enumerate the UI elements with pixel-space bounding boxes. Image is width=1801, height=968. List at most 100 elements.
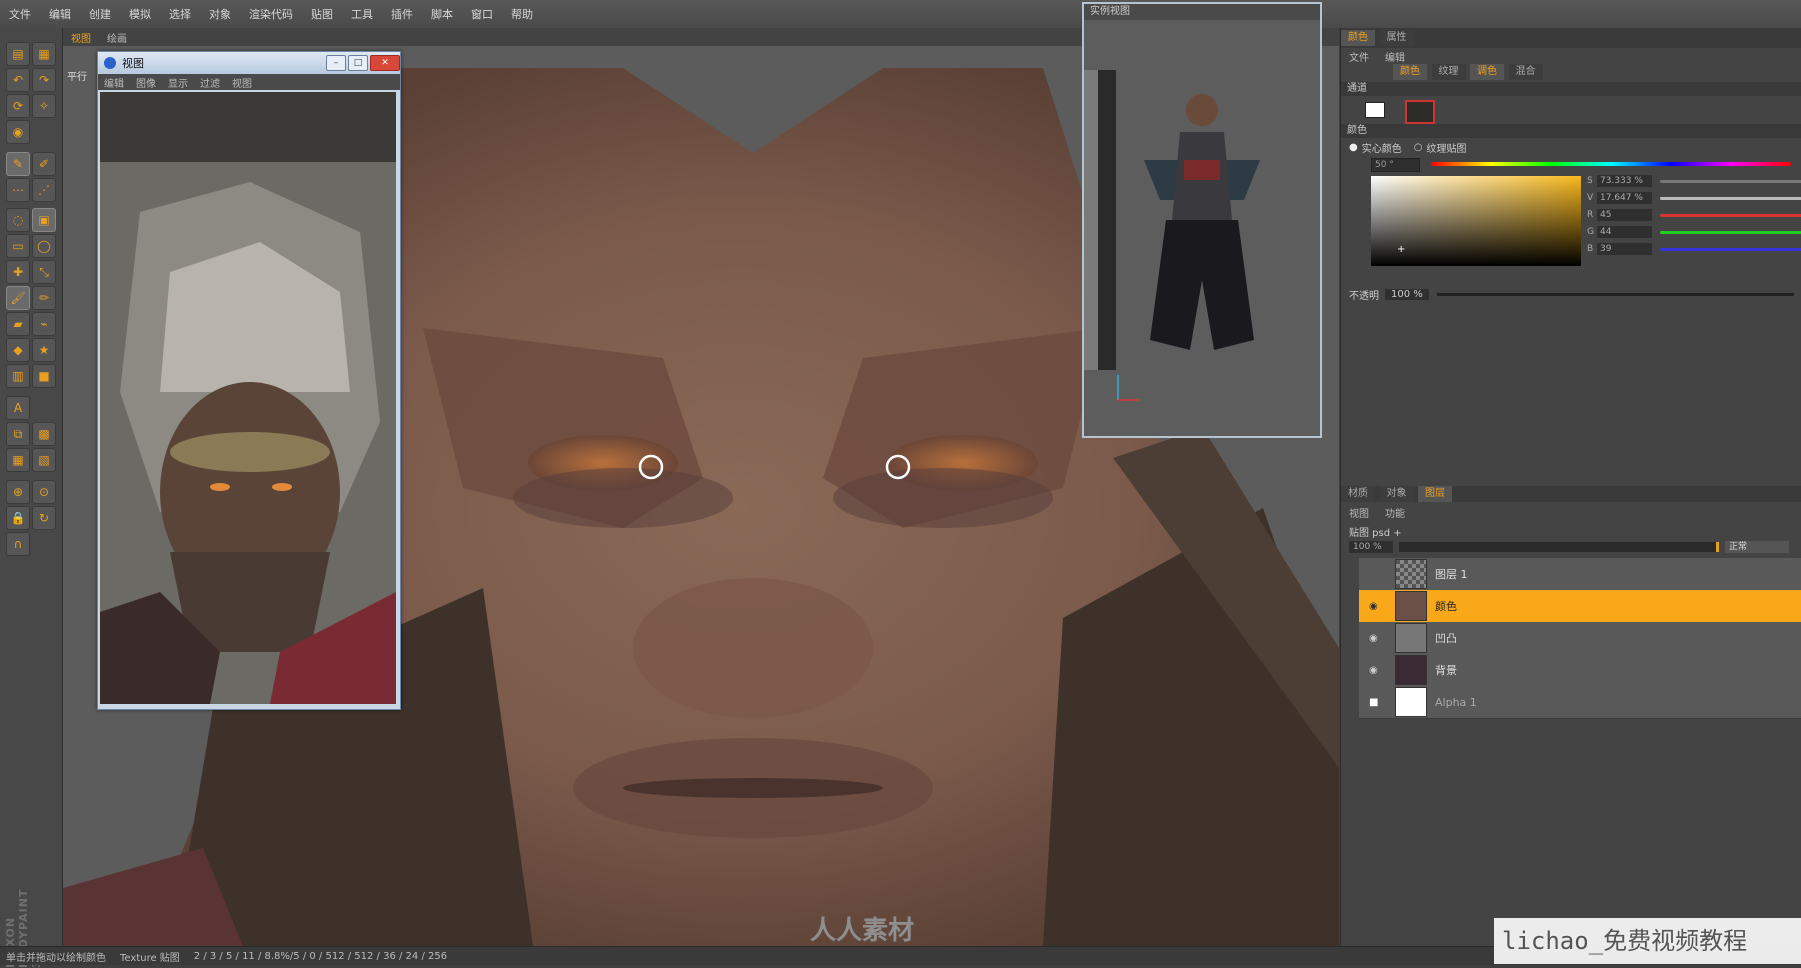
undo-icon[interactable]: ↶ [6,68,30,92]
uv-edit-icon[interactable]: ⋰ [32,178,56,202]
blend-mode-select[interactable]: 正常 [1725,541,1789,553]
layers-menu-function[interactable]: 功能 [1377,505,1413,520]
mask-icon[interactable]: ▧ [32,448,56,472]
radio-solid-color-icon[interactable]: ● [1349,142,1358,153]
layer-row-selected[interactable]: ◉ 颜色 [1359,590,1801,623]
color-field-slider[interactable] [1660,247,1801,251]
menu-create[interactable]: 创建 [80,6,120,22]
foreground-swatch[interactable] [1365,102,1385,118]
magnet-icon[interactable]: ∩ [6,532,30,556]
ref-menu-view[interactable]: 视图 [226,75,258,90]
menu-help[interactable]: 帮助 [502,6,542,22]
eraser-icon[interactable]: ▰ [6,312,30,336]
layer-row[interactable]: 图层 1 [1359,558,1801,591]
fill-select-icon[interactable]: ▣ [32,208,56,232]
tab-materials[interactable]: 材质 [1341,486,1375,502]
close-button[interactable]: ✕ [370,55,400,71]
star-icon[interactable]: ★ [32,338,56,362]
layer-row[interactable]: ■ Alpha 1 [1359,686,1801,719]
lock-icon[interactable]: 🔒 [6,506,30,530]
background-swatch[interactable] [1405,100,1435,124]
tab-paint[interactable]: 绘画 [99,30,135,45]
refresh-icon[interactable]: ⟳ [6,94,30,118]
tab-objects[interactable]: 对象 [1379,486,1414,502]
window-titlebar[interactable]: 视图 – □ ✕ [98,52,400,74]
color-field-value[interactable]: 73.333 % [1597,175,1652,187]
zoom-camera-icon[interactable]: ⊙ [32,480,56,504]
mode-color[interactable]: 颜色 [1393,64,1427,80]
layer-opacity-slider[interactable] [1399,542,1719,552]
render-icon[interactable]: ◉ [6,120,30,144]
menu-simulate[interactable]: 模拟 [120,6,160,22]
menu-object[interactable]: 对象 [200,6,240,22]
move-camera-icon[interactable]: ⊕ [6,480,30,504]
redo-icon[interactable]: ↷ [32,68,56,92]
tab-attributes[interactable]: 属性 [1379,30,1414,46]
eyedropper-icon[interactable]: ⌁ [32,312,56,336]
menu-select[interactable]: 选择 [160,6,200,22]
mode-texture[interactable]: 纹理 [1431,64,1466,80]
checker-icon[interactable]: ▩ [32,422,56,446]
mode-mix[interactable]: 调色 [1470,64,1504,80]
color-menu-edit[interactable]: 编辑 [1377,49,1413,64]
gradient-icon[interactable]: ▥ [6,364,30,388]
layout-icon[interactable]: ▤ [6,42,30,66]
transform-icon[interactable]: ✚ [6,260,30,284]
color-menu-file[interactable]: 文件 [1341,49,1377,64]
menu-plugins[interactable]: 插件 [382,6,422,22]
menu-window[interactable]: 窗口 [462,6,502,22]
layer-row[interactable]: ◉ 背景 [1359,654,1801,687]
maximize-button[interactable]: □ [348,55,368,71]
ref-menu-edit[interactable]: 编辑 [98,75,130,90]
visibility-eye-icon[interactable]: ◉ [1369,665,1378,676]
view-icon[interactable]: ▦ [32,42,56,66]
hue-field[interactable]: 50 ° [1371,158,1420,172]
color-field-value[interactable]: 39 [1597,243,1652,255]
paint-brush-icon[interactable]: ✎ [6,152,30,176]
color-field-slider[interactable] [1660,179,1801,183]
opacity-slider[interactable] [1436,292,1794,296]
ellipse-select-icon[interactable]: ◯ [32,234,56,258]
color-field-slider[interactable] [1660,213,1801,217]
bucket-icon[interactable]: ◆ [6,338,30,362]
opacity-field[interactable]: 100 % [1385,288,1429,300]
lasso-icon[interactable]: ◌ [6,208,30,232]
grid-icon[interactable]: ▦ [6,448,30,472]
magic-icon[interactable]: ✧ [32,94,56,118]
menu-script[interactable]: 脚本 [422,6,462,22]
menu-render[interactable]: 渲染代码 [240,6,302,22]
pencil-icon[interactable]: ✏ [32,286,56,310]
rotate-camera-icon[interactable]: ↻ [32,506,56,530]
radio-texture-icon[interactable]: ○ [1414,142,1423,153]
visibility-eye-icon[interactable]: ◉ [1369,601,1378,612]
text-icon[interactable]: A [6,396,30,420]
menu-edit[interactable]: 编辑 [40,6,80,22]
tab-color[interactable]: 颜色 [1341,30,1375,46]
color-field-value[interactable]: 44 [1597,226,1652,238]
rect-select-icon[interactable]: ▭ [6,234,30,258]
color-field-slider[interactable] [1660,230,1801,234]
radio-solid-color[interactable]: 实心颜色 [1362,140,1402,155]
layers-menu-view[interactable]: 视图 [1341,505,1377,520]
menu-texture[interactable]: 贴图 [302,6,342,22]
visibility-eye-icon[interactable]: ◉ [1369,633,1378,644]
color-field-slider[interactable] [1660,196,1801,200]
reference-image-window[interactable]: 视图 – □ ✕ 编辑 图像 显示 过滤 视图 [97,51,401,710]
minimize-button[interactable]: – [326,55,346,71]
radio-texture[interactable]: 纹理贴图 [1426,140,1466,155]
color-swatch-icon[interactable]: ■ [32,364,56,388]
ref-menu-filter[interactable]: 过滤 [194,75,226,90]
tab-layers[interactable]: 图层 [1418,486,1452,502]
tab-view[interactable]: 视图 [63,30,99,45]
mode-blend[interactable]: 混合 [1508,64,1543,80]
ref-menu-display[interactable]: 显示 [162,75,194,90]
ref-menu-image[interactable]: 图像 [130,75,162,90]
uv-icon[interactable]: ⋯ [6,178,30,202]
layer-opacity-field[interactable]: 100 % [1349,541,1393,553]
menu-file[interactable]: 文件 [0,6,40,22]
clone-icon[interactable]: ⧉ [6,422,30,446]
hue-slider[interactable] [1431,162,1791,166]
color-field-value[interactable]: 45 [1597,209,1652,221]
menu-tools[interactable]: 工具 [342,6,382,22]
color-field-value[interactable]: 17.647 % [1597,192,1652,204]
